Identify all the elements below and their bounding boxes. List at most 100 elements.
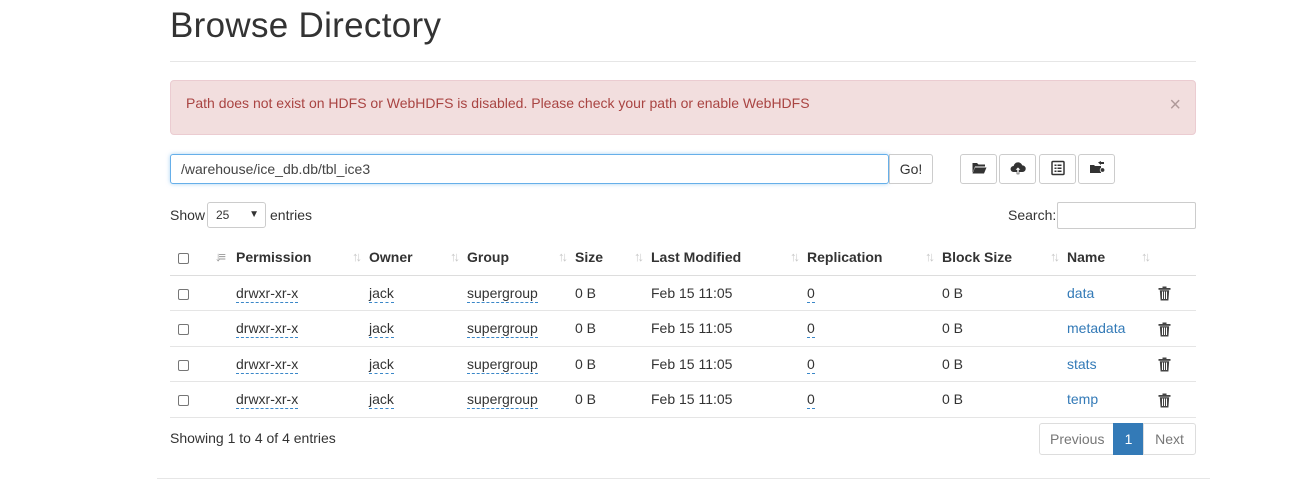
owner-header[interactable]: Owner ↑↓ — [369, 239, 467, 276]
owner-header-label: Owner — [369, 248, 413, 265]
entries-label: entries — [270, 207, 313, 223]
replication-cell[interactable]: 0 — [807, 320, 815, 339]
row-checkbox[interactable] — [178, 359, 189, 371]
file-table: ↓≡ Permission ↑↓ Owner ↑↓ Group ↑↓ Size ↑↓ L… — [170, 239, 1196, 418]
block-size-cell: 0 B — [942, 381, 1067, 418]
group-cell[interactable]: supergroup — [467, 284, 538, 303]
select-all-checkbox[interactable] — [178, 252, 189, 264]
sort-icon: ↑↓ — [558, 249, 568, 264]
replication-header[interactable]: Replication ↑↓ — [807, 239, 942, 276]
name-header[interactable]: Name ↑↓ — [1067, 239, 1158, 276]
group-header-label: Group — [467, 248, 509, 265]
name-link[interactable]: metadata — [1067, 320, 1125, 336]
table-row: drwxr-xr-x jack supergroup 0 B Feb 15 11… — [170, 381, 1196, 418]
sort-icon: ↑↓ — [634, 249, 644, 264]
upload-files-button[interactable] — [999, 154, 1036, 184]
table-row: drwxr-xr-x jack supergroup 0 B Feb 15 11… — [170, 310, 1196, 347]
group-cell[interactable]: supergroup — [467, 391, 538, 410]
last-modified-header[interactable]: Last Modified ↑↓ — [651, 239, 807, 276]
table-info: Showing 1 to 4 of 4 entries — [170, 430, 336, 446]
name-link[interactable]: stats — [1067, 356, 1097, 372]
trash-icon[interactable] — [1158, 355, 1171, 372]
previous-page-button[interactable]: Previous — [1039, 423, 1114, 455]
modified-cell: Feb 15 11:05 — [651, 381, 807, 418]
size-cell: 0 B — [575, 381, 651, 418]
table-header-row: ↓≡ Permission ↑↓ Owner ↑↓ Group ↑↓ Size ↑↓ L… — [170, 239, 1196, 276]
search-label: Search: — [1008, 207, 1057, 223]
size-cell: 0 B — [575, 275, 651, 311]
size-header[interactable]: Size ↑↓ — [575, 239, 651, 276]
group-cell[interactable]: supergroup — [467, 355, 538, 374]
trash-icon[interactable] — [1158, 320, 1171, 337]
row-checkbox[interactable] — [178, 395, 189, 407]
list-alt-icon — [1050, 160, 1066, 179]
page-title: Browse Directory — [170, 6, 442, 45]
entries-per-page-select[interactable]: 25 ▼ — [207, 202, 266, 228]
page-1-button[interactable]: 1 — [1113, 423, 1144, 455]
sort-icon: ↑↓ — [450, 249, 460, 264]
owner-cell[interactable]: jack — [369, 355, 394, 374]
row-checkbox[interactable] — [178, 324, 189, 336]
block-size-cell: 0 B — [942, 310, 1067, 347]
sort-icon: ↑↓ — [1141, 249, 1151, 264]
block-size-header-label: Block Size — [942, 248, 1013, 265]
block-size-cell: 0 B — [942, 275, 1067, 311]
actions-header — [1158, 239, 1196, 276]
permission-cell[interactable]: drwxr-xr-x — [236, 391, 299, 410]
move-files-button[interactable] — [1078, 154, 1115, 184]
chevron-down-icon: ▼ — [249, 209, 259, 220]
modified-cell: Feb 15 11:05 — [651, 310, 807, 347]
error-alert: Path does not exist on HDFS or WebHDFS i… — [170, 80, 1196, 135]
owner-cell[interactable]: jack — [369, 284, 394, 303]
entries-per-page-value: 25 — [216, 208, 230, 222]
table-row: drwxr-xr-x jack supergroup 0 B Feb 15 11… — [170, 346, 1196, 382]
select-all-cell — [170, 239, 202, 276]
size-cell: 0 B — [575, 310, 651, 347]
last-modified-header-label: Last Modified — [651, 248, 742, 265]
sort-icon: ↑↓ — [925, 249, 935, 264]
alert-message: Path does not exist on HDFS or WebHDFS i… — [186, 95, 810, 111]
name-header-label: Name — [1067, 248, 1106, 265]
block-size-cell: 0 B — [942, 346, 1067, 382]
table-row: drwxr-xr-x jack supergroup 0 B Feb 15 11… — [170, 275, 1196, 311]
sort-icon: ↑↓ — [352, 249, 362, 264]
modified-cell: Feb 15 11:05 — [651, 346, 807, 382]
sort-icon: ↑↓ — [790, 249, 800, 264]
permission-cell[interactable]: drwxr-xr-x — [236, 355, 299, 374]
directory-path-input[interactable] — [170, 154, 889, 184]
owner-cell[interactable]: jack — [369, 320, 394, 339]
size-cell: 0 B — [575, 346, 651, 382]
replication-header-label: Replication — [807, 248, 883, 265]
owner-cell[interactable]: jack — [369, 391, 394, 410]
group-header[interactable]: Group ↑↓ — [467, 239, 575, 276]
permission-cell[interactable]: drwxr-xr-x — [236, 320, 299, 339]
modified-cell: Feb 15 11:05 — [651, 275, 807, 311]
row-checkbox[interactable] — [178, 288, 189, 300]
type-sort-header[interactable]: ↓≡ — [202, 239, 236, 276]
sort-icon: ↓≡ — [214, 249, 226, 264]
go-button[interactable]: Go! — [889, 154, 933, 184]
permission-header-label: Permission — [236, 248, 312, 265]
create-directory-button[interactable] — [960, 154, 997, 184]
replication-cell[interactable]: 0 — [807, 391, 815, 410]
show-label: Show — [170, 207, 206, 223]
cut-paste-button[interactable] — [1039, 154, 1076, 184]
permission-cell[interactable]: drwxr-xr-x — [236, 284, 299, 303]
name-link[interactable]: data — [1067, 285, 1094, 301]
trash-icon[interactable] — [1158, 391, 1171, 408]
folder-move-icon — [1089, 160, 1105, 179]
name-link[interactable]: temp — [1067, 391, 1098, 407]
title-divider — [170, 61, 1196, 62]
folder-open-icon — [971, 160, 987, 179]
search-input[interactable] — [1057, 202, 1196, 229]
alert-close-button[interactable]: × — [1169, 95, 1181, 115]
replication-cell[interactable]: 0 — [807, 355, 815, 374]
replication-cell[interactable]: 0 — [807, 284, 815, 303]
pagination: Previous 1 Next — [1039, 423, 1196, 455]
group-cell[interactable]: supergroup — [467, 320, 538, 339]
cloud-upload-icon — [1010, 160, 1026, 179]
permission-header[interactable]: Permission ↑↓ — [236, 239, 369, 276]
trash-icon[interactable] — [1158, 284, 1171, 301]
next-page-button[interactable]: Next — [1143, 423, 1196, 455]
block-size-header[interactable]: Block Size ↑↓ — [942, 239, 1067, 276]
